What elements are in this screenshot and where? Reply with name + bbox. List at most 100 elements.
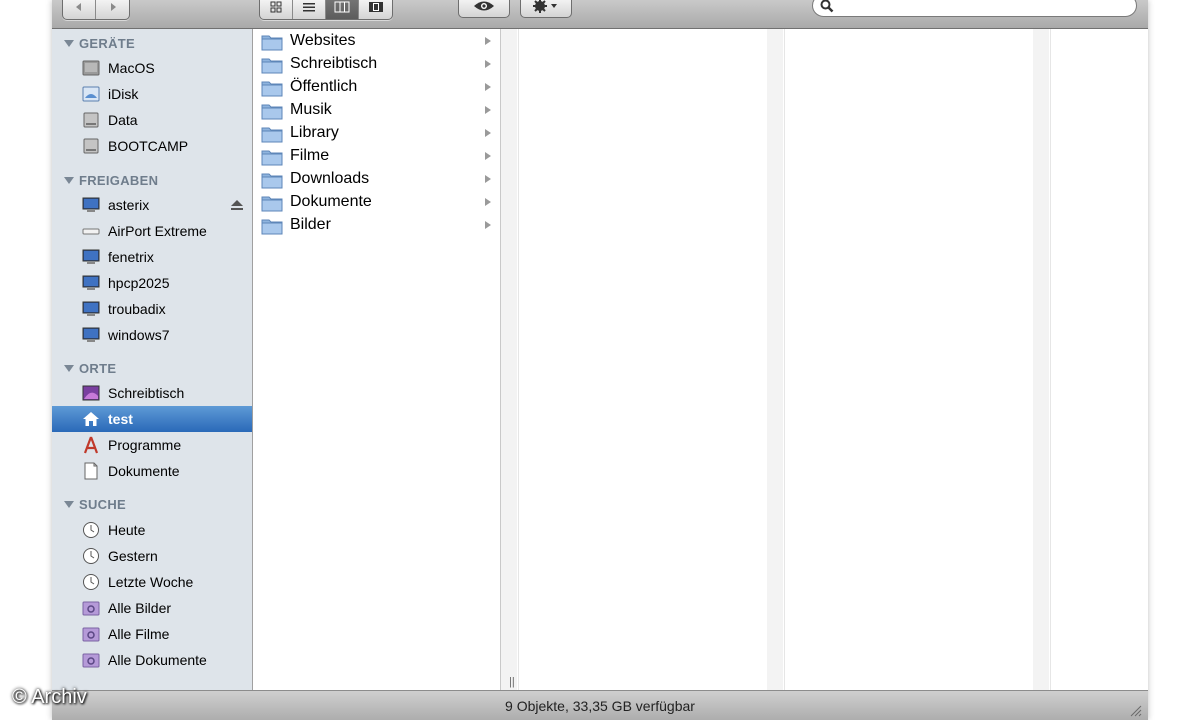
column-divider[interactable] [1033,29,1049,690]
disclosure-triangle-icon [64,177,74,184]
section-header-orte[interactable]: ORTE [64,361,116,376]
finder-window: GERÄTE MacOS iDisk Data BOOTCAMP FREIGAB… [52,0,1148,720]
sidebar-item-fenetrix[interactable]: fenetrix [52,244,252,270]
eye-icon [474,1,494,11]
sidebar-item-test[interactable]: test [52,406,252,432]
network-computer-icon [82,249,100,264]
list-item-oeffentlich[interactable]: Öffentlich [253,76,500,99]
disclosure-triangle-icon [64,365,74,372]
list-item-dokumente[interactable]: Dokumente [253,191,500,214]
forward-icon [110,3,116,11]
sidebar-item-airport-extreme[interactable]: AirPort Extreme [52,218,252,244]
disclosure-arrow-icon [485,106,491,114]
sidebar-item-gestern[interactable]: Gestern [52,543,252,569]
column-view-icon [334,1,350,13]
airport-icon [82,228,100,235]
disclosure-arrow-icon [485,83,491,91]
folder-icon [261,104,283,120]
section-header-freigaben[interactable]: FREIGABEN [64,173,158,188]
resize-grip-icon[interactable] [1128,703,1142,717]
forward-button[interactable] [96,0,129,19]
folder-icon [261,173,283,189]
sidebar-item-schreibtisch[interactable]: Schreibtisch [52,380,252,406]
search-icon [820,0,834,13]
list-item-bilder[interactable]: Bilder [253,214,500,237]
column-divider[interactable] [501,29,517,690]
home-icon [83,412,99,426]
disclosure-triangle-icon [64,501,74,508]
search-field[interactable] [812,0,1137,17]
section-header-suche[interactable]: SUCHE [64,497,126,512]
disclosure-arrow-icon [485,129,491,137]
list-item-schreibtisch[interactable]: Schreibtisch [253,53,500,76]
folder-icon [261,58,283,74]
back-button[interactable] [63,0,96,19]
sidebar-item-macos[interactable]: MacOS [52,55,252,81]
document-icon [84,462,98,480]
clock-icon [83,548,99,564]
sidebar-item-programme[interactable]: Programme [52,432,252,458]
eject-icon[interactable] [230,199,244,211]
clock-icon [83,522,99,538]
column-2[interactable] [518,29,768,690]
network-computer-icon [82,197,100,212]
desktop-icon [82,385,100,401]
sidebar-item-bootcamp[interactable]: BOOTCAMP [52,133,252,159]
watermark: © Archiv [12,686,87,708]
sidebar-item-idisk[interactable]: iDisk [52,81,252,107]
status-bar: 9 Objekte, 33,35 GB verfügbar [52,690,1148,720]
gear-icon [533,0,557,13]
icon-view-icon [270,1,282,13]
sidebar-item-windows7[interactable]: windows7 [52,322,252,348]
smart-folder-icon [82,601,100,616]
action-button[interactable] [520,0,572,18]
disclosure-arrow-icon [485,152,491,160]
list-view-button[interactable] [293,0,326,19]
hard-drive-icon [82,60,100,76]
smart-folder-icon [82,653,100,668]
sidebar-item-alle-filme[interactable]: Alle Filme [52,621,252,647]
list-item-websites[interactable]: Websites [253,30,500,53]
list-item-library[interactable]: Library [253,122,500,145]
disclosure-triangle-icon [64,40,74,47]
list-view-icon [303,3,315,12]
sidebar-item-letzte-woche[interactable]: Letzte Woche [52,569,252,595]
coverflow-view-button[interactable] [359,0,392,19]
sidebar-item-dokumente[interactable]: Dokumente [52,458,252,484]
sidebar-item-troubadix[interactable]: troubadix [52,296,252,322]
network-computer-icon [82,301,100,316]
column-3[interactable] [784,29,1034,690]
sidebar-item-hpcp2025[interactable]: hpcp2025 [52,270,252,296]
network-computer-icon [82,327,100,342]
toolbar [52,0,1148,29]
sidebar-item-alle-bilder[interactable]: Alle Bilder [52,595,252,621]
nav-segment [62,0,130,20]
back-icon [76,3,81,11]
quicklook-button[interactable] [458,0,510,18]
folder-icon [261,127,283,143]
sidebar-item-alle-dokumente[interactable]: Alle Dokumente [52,647,252,673]
column-1[interactable]: Websites Schreibtisch Öffentlich Musik L… [253,29,501,690]
folder-icon [261,219,283,235]
icon-view-button[interactable] [260,0,293,19]
folder-icon [261,35,283,51]
folder-icon [261,196,283,212]
folder-icon [261,81,283,97]
list-item-downloads[interactable]: Downloads [253,168,500,191]
list-item-musik[interactable]: Musik [253,99,500,122]
disclosure-arrow-icon [485,221,491,229]
sidebar-item-heute[interactable]: Heute [52,517,252,543]
column-view-button[interactable] [326,0,359,19]
list-item-filme[interactable]: Filme [253,145,500,168]
hard-drive-icon [83,138,99,154]
disclosure-arrow-icon [485,60,491,68]
section-header-geraete[interactable]: GERÄTE [64,36,135,51]
column-4[interactable] [1050,29,1148,690]
column-divider[interactable] [767,29,783,690]
view-segment [259,0,393,20]
applications-icon [83,436,99,454]
sidebar-item-asterix[interactable]: asterix [52,192,252,218]
sidebar-item-data[interactable]: Data [52,107,252,133]
disclosure-arrow-icon [485,37,491,45]
column-resize-handle[interactable]: || [509,676,515,688]
